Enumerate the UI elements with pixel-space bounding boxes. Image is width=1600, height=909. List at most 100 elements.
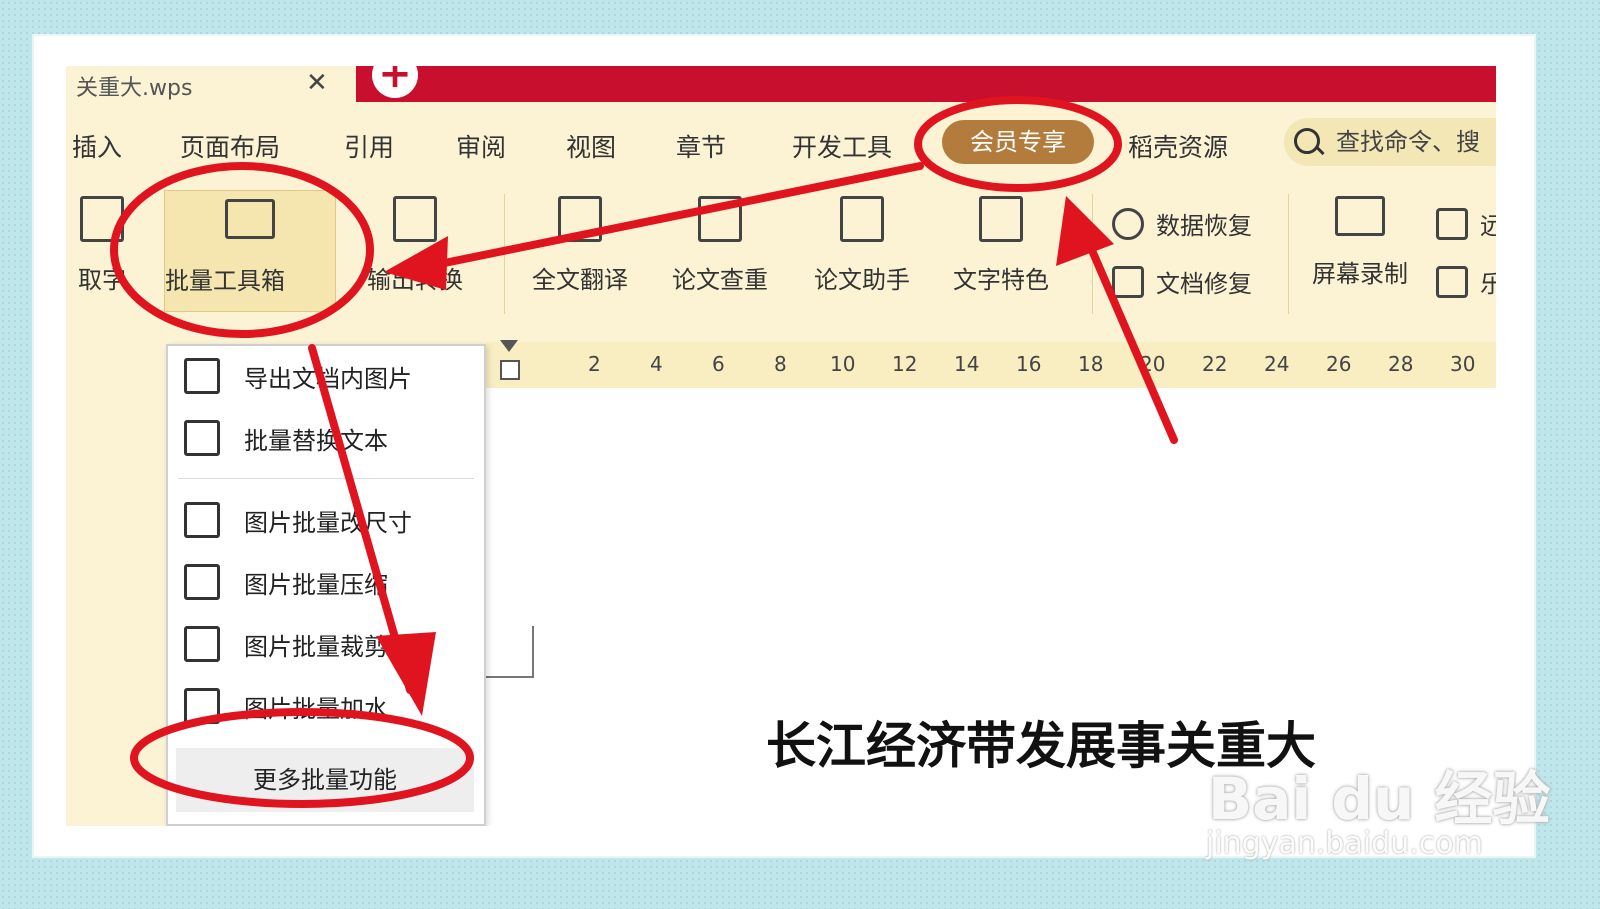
menu-bar: 插入 页面布局 引用 审阅 视图 章节 开发工具 会员专享 稻壳资源 查找命令、… [66, 102, 1496, 182]
ruler-tick: 26 [1326, 352, 1352, 376]
batch-toolbox-label: 批量工具箱 [165, 267, 285, 295]
ribbon-toolbar: 取字 批量工具箱 输出转换 全文翻译 论文查重 论文助手 文字特色 数据恢复 文… [66, 182, 1496, 342]
menu-references[interactable]: 引用 [344, 128, 394, 164]
horizontal-ruler[interactable]: 2 4 6 8 10 12 14 16 18 20 22 24 26 28 30 [486, 342, 1496, 388]
ruler-tick: 30 [1450, 352, 1476, 376]
compress-icon [184, 564, 220, 600]
dropdown-item-label: 图片批量改尺寸 [244, 508, 412, 537]
dropdown-item-export-images[interactable]: 导出文档内图片 [184, 358, 412, 394]
dropdown-item-resize-images[interactable]: 图片批量改尺寸 [184, 502, 412, 538]
ruler-tick: 8 [774, 352, 787, 376]
screenshot-frame: 关重大.wps ✕ + 插入 页面布局 引用 审阅 视图 章节 开发工具 会员专… [34, 36, 1534, 856]
plagiarism-check-label: 论文查重 [672, 266, 768, 294]
remote-button[interactable]: 远 [1436, 206, 1496, 241]
wps-window: 关重大.wps ✕ + 插入 页面布局 引用 审阅 视图 章节 开发工具 会员专… [66, 66, 1496, 826]
screen-record-icon [1335, 196, 1385, 236]
ruler-tick: 20 [1140, 352, 1166, 376]
translate-label: 全文翻译 [532, 266, 628, 294]
watermark-url: jingyan.baidu.com [1206, 826, 1483, 861]
ruler-tick: 6 [712, 352, 725, 376]
export-image-icon [184, 358, 220, 394]
ribbon-separator [1288, 194, 1289, 314]
dropdown-item-label: 图片批量压缩 [244, 570, 388, 599]
dropdown-item-label: 图片批量裁剪 [244, 632, 388, 661]
ruler-tick: 2 [588, 352, 601, 376]
indent-marker[interactable] [500, 340, 520, 380]
batch-toolbox-dropdown: 导出文档内图片 批量替换文本 图片批量改尺寸 图片批量压缩 图片批量裁剪 图片批… [166, 344, 486, 826]
translate-button[interactable]: 全文翻译 [522, 196, 638, 295]
resize-icon [184, 502, 220, 538]
new-tab-button[interactable]: + [372, 66, 418, 98]
doc-repair-button[interactable]: 文档修复 [1112, 264, 1252, 299]
tv-icon [1436, 265, 1468, 298]
output-convert-icon [393, 196, 437, 242]
page-corner-mark [482, 626, 534, 678]
document-tab-title: 关重大.wps [76, 76, 193, 101]
dropdown-item-crop-images[interactable]: 图片批量裁剪 [184, 626, 388, 662]
watermark-icon [184, 688, 220, 724]
menu-developer[interactable]: 开发工具 [792, 128, 892, 164]
tab-bar: 关重大.wps ✕ + [66, 66, 1496, 102]
dropdown-divider [178, 478, 474, 479]
menu-insert[interactable]: 插入 [72, 128, 122, 164]
close-tab-icon[interactable]: ✕ [306, 68, 328, 98]
data-recovery-icon [1112, 207, 1144, 240]
screen-record-label: 屏幕录制 [1312, 260, 1408, 288]
replace-text-icon [184, 420, 220, 456]
first-line-indent-icon [500, 340, 518, 352]
dropdown-item-watermark-images[interactable]: 图片批量加水 [184, 688, 388, 724]
toolbox-icon [225, 199, 275, 239]
menu-view[interactable]: 视图 [566, 128, 616, 164]
doc-repair-label: 文档修复 [1156, 270, 1252, 298]
ruler-tick: 4 [650, 352, 663, 376]
dropdown-item-label: 导出文档内图片 [244, 364, 412, 393]
document-tab[interactable]: 关重大.wps ✕ [66, 66, 356, 102]
ruler-tick: 28 [1388, 352, 1414, 376]
ruler-tick: 18 [1078, 352, 1104, 376]
ruler-tick: 22 [1202, 352, 1228, 376]
translate-icon [558, 196, 602, 242]
output-convert-label: 输出转换 [367, 266, 463, 294]
baidu-jingyan-watermark: Bai du 经验 [1208, 765, 1551, 833]
doc-repair-icon [1112, 265, 1144, 298]
text-effects-icon [979, 196, 1023, 242]
ruler-tick: 10 [830, 352, 856, 376]
menu-page-layout[interactable]: 页面布局 [180, 128, 280, 164]
plagiarism-check-icon [698, 196, 742, 242]
more-batch-functions-button[interactable]: 更多批量功能 [176, 748, 474, 812]
crop-icon [184, 626, 220, 662]
data-recovery-label: 数据恢复 [1156, 212, 1252, 240]
ruler-tick: 14 [954, 352, 980, 376]
data-recovery-button[interactable]: 数据恢复 [1112, 206, 1252, 241]
extract-text-button[interactable]: 取字 [66, 196, 142, 295]
paper-assistant-label: 论文助手 [814, 266, 910, 294]
ruler-tick: 24 [1264, 352, 1290, 376]
ribbon-separator [1092, 194, 1093, 314]
screen-record-button[interactable]: 屏幕录制 [1302, 196, 1418, 289]
dropdown-item-label: 图片批量加水 [244, 694, 388, 723]
text-effects-button[interactable]: 文字特色 [936, 196, 1066, 295]
menu-review[interactable]: 审阅 [456, 128, 506, 164]
extract-text-label: 取字 [78, 266, 126, 294]
text-effects-label: 文字特色 [953, 266, 1049, 294]
music-button[interactable]: 乐 [1436, 264, 1496, 299]
paper-assistant-button[interactable]: 论文助手 [804, 196, 920, 295]
menu-vip[interactable]: 会员专享 [942, 120, 1094, 164]
remote-icon [1436, 207, 1468, 240]
paper-assistant-icon [840, 196, 884, 242]
extract-text-icon [80, 196, 124, 242]
left-indent-icon [500, 360, 520, 380]
ribbon-separator [504, 194, 505, 314]
batch-toolbox-button[interactable]: 批量工具箱 [164, 190, 336, 312]
ruler-tick: 16 [1016, 352, 1042, 376]
menu-chapter[interactable]: 章节 [676, 128, 726, 164]
dropdown-item-replace-text[interactable]: 批量替换文本 [184, 420, 388, 456]
plagiarism-check-button[interactable]: 论文查重 [656, 196, 784, 295]
menu-docer-resources[interactable]: 稻壳资源 [1128, 128, 1228, 164]
remote-label: 远 [1480, 212, 1496, 240]
music-label: 乐 [1480, 270, 1496, 298]
search-icon [1294, 128, 1320, 154]
dropdown-item-compress-images[interactable]: 图片批量压缩 [184, 564, 388, 600]
dropdown-item-label: 批量替换文本 [244, 426, 388, 455]
output-convert-button[interactable]: 输出转换 [350, 196, 480, 295]
